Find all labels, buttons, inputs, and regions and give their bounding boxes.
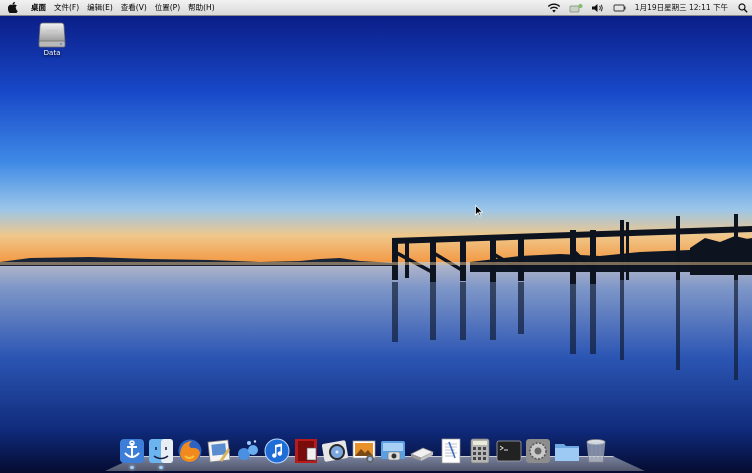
menu-edit[interactable]: 编辑(E) bbox=[83, 0, 117, 16]
menu-clock[interactable]: 1月19日星期三 12:11 下午 bbox=[631, 0, 734, 16]
iphoto-icon bbox=[352, 440, 376, 463]
dock-item-system-preferences[interactable] bbox=[525, 438, 551, 464]
dock-item-photo-booth[interactable] bbox=[293, 438, 319, 464]
anchor-icon bbox=[120, 439, 144, 463]
volume-icon[interactable] bbox=[587, 0, 609, 16]
dock-item-bubbles[interactable] bbox=[235, 438, 261, 464]
dock-item-dvd-player[interactable] bbox=[322, 438, 348, 464]
menu-go[interactable]: 位置(P) bbox=[151, 0, 184, 16]
itunes-icon bbox=[264, 438, 290, 464]
menu-app-name[interactable]: 桌面 bbox=[27, 0, 50, 16]
wifi-icon[interactable] bbox=[543, 0, 565, 16]
running-indicator bbox=[159, 466, 163, 469]
dock-item-itunes[interactable] bbox=[264, 438, 290, 464]
terminal-icon bbox=[496, 440, 522, 462]
desktop-icon-data[interactable]: Data bbox=[35, 22, 69, 57]
dock-item-iphoto[interactable] bbox=[351, 438, 377, 464]
spotlight-search-icon[interactable] bbox=[734, 0, 752, 16]
battery-icon[interactable] bbox=[609, 0, 631, 16]
calculator-icon bbox=[470, 438, 490, 464]
menu-view[interactable]: 查看(V) bbox=[117, 0, 151, 16]
bubbles-icon bbox=[238, 440, 258, 460]
scanner-icon bbox=[410, 447, 434, 461]
firefox-icon bbox=[178, 439, 202, 463]
photo-booth-icon bbox=[295, 439, 317, 463]
dock bbox=[105, 438, 645, 471]
desktop-icon-label: Data bbox=[43, 49, 61, 57]
hard-drive-icon bbox=[38, 22, 66, 48]
dock-item-calculator[interactable] bbox=[467, 438, 493, 464]
dock-item-folder[interactable] bbox=[554, 438, 580, 464]
wallpaper bbox=[0, 0, 752, 473]
running-indicator bbox=[130, 466, 134, 469]
dock-item-finder[interactable] bbox=[148, 438, 174, 469]
dock-item-image-capture[interactable] bbox=[380, 438, 406, 464]
trash-icon bbox=[586, 439, 606, 463]
finder-icon bbox=[149, 439, 173, 463]
network-status-icon[interactable] bbox=[565, 0, 587, 16]
folder-icon bbox=[555, 444, 579, 461]
dock-item-anchor[interactable] bbox=[119, 438, 145, 469]
preview-icon bbox=[207, 439, 231, 463]
menu-file[interactable]: 文件(F) bbox=[50, 0, 83, 16]
mouse-cursor-icon bbox=[475, 205, 483, 217]
dock-item-terminal[interactable] bbox=[496, 438, 522, 464]
dock-item-scanner[interactable] bbox=[409, 438, 435, 464]
dock-item-trash[interactable] bbox=[583, 438, 609, 464]
system-preferences-icon bbox=[526, 439, 550, 463]
textedit-icon bbox=[441, 438, 461, 464]
menu-bar: 桌面 文件(F) 编辑(E) 查看(V) 位置(P) 帮助(H) 1月19日星期… bbox=[0, 0, 752, 16]
dvd-player-icon bbox=[322, 440, 348, 462]
apple-menu-icon[interactable] bbox=[8, 2, 20, 14]
dock-item-preview[interactable] bbox=[206, 438, 232, 464]
dock-item-firefox[interactable] bbox=[177, 438, 203, 464]
menu-help[interactable]: 帮助(H) bbox=[184, 0, 219, 16]
dock-item-textedit[interactable] bbox=[438, 438, 464, 464]
image-capture-icon bbox=[381, 441, 405, 461]
desktop[interactable]: 桌面 文件(F) 编辑(E) 查看(V) 位置(P) 帮助(H) 1月19日星期… bbox=[0, 0, 752, 473]
